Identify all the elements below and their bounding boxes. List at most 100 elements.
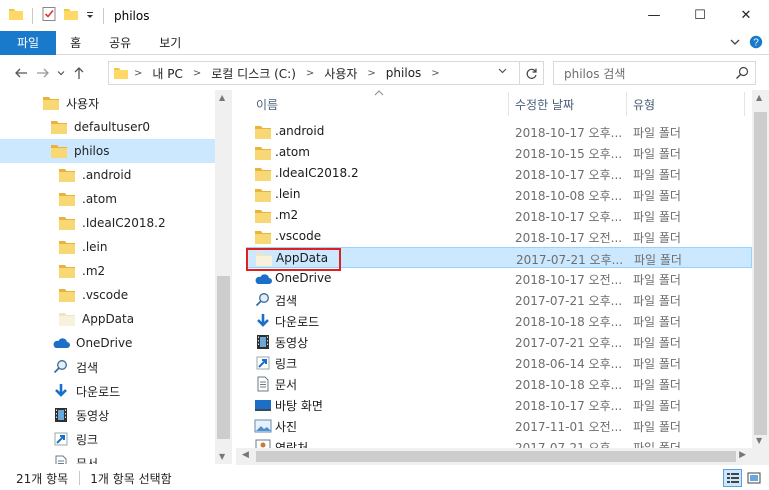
ribbon-expand-icon[interactable]	[729, 36, 741, 51]
breadcrumb-users[interactable]: 사용자	[319, 65, 362, 82]
list-hscroll-thumb[interactable]	[256, 451, 736, 462]
column-divider[interactable]	[508, 92, 509, 116]
scroll-up-icon[interactable]: ▲	[756, 93, 762, 102]
column-divider[interactable]	[626, 92, 627, 116]
sidebar-item-15[interactable]: 문서	[52, 451, 215, 464]
up-button[interactable]	[68, 61, 90, 85]
breadcrumb-separator-icon[interactable]: >	[301, 68, 319, 79]
table-row[interactable]: 바탕 화면 2018-10-17 오후... 파일 폴더	[246, 394, 752, 415]
file-name: .m2	[275, 208, 299, 222]
column-header-type[interactable]: 유형	[633, 90, 655, 118]
table-row[interactable]: .lein 2018-10-08 오후... 파일 폴더	[246, 184, 752, 205]
scroll-down-icon[interactable]: ▼	[756, 436, 762, 445]
nav-scroll-thumb[interactable]	[217, 276, 230, 439]
sidebar-item-7[interactable]: .m2	[58, 259, 215, 283]
sidebar-item-4[interactable]: .atom	[58, 187, 215, 211]
table-row[interactable]: 문서 2018-10-18 오후... 파일 폴더	[246, 373, 752, 394]
folder-icon	[58, 239, 76, 255]
table-row[interactable]: 링크 2018-06-14 오후... 파일 폴더	[246, 352, 752, 373]
folder-icon	[58, 191, 76, 207]
view-switcher	[723, 469, 763, 487]
file-name: .IdeaIC2018.2	[275, 166, 359, 180]
large-icons-view-button[interactable]	[744, 469, 763, 487]
folder-icon	[254, 124, 272, 140]
search-input[interactable]: philos 검색	[553, 61, 756, 85]
sidebar-item-label: philos	[74, 144, 110, 158]
sidebar-item-0[interactable]: 사용자	[42, 91, 215, 115]
sidebar-item-9[interactable]: AppData	[58, 307, 215, 331]
nav-scrollbar[interactable]: ▲ ▼	[215, 90, 232, 464]
breadcrumb-separator-icon[interactable]: >	[129, 68, 147, 79]
breadcrumb-separator-icon[interactable]: >	[362, 68, 380, 79]
sidebar-item-5[interactable]: .IdeaIC2018.2	[58, 211, 215, 235]
breadcrumb-separator-icon[interactable]: >	[426, 68, 444, 79]
sidebar-item-14[interactable]: 링크	[52, 427, 215, 451]
address-bar[interactable]: > 내 PC > 로컬 디스크 (C:) > 사용자 > philos >	[108, 61, 520, 85]
column-name-label: 이름	[256, 97, 279, 112]
file-date: 2017-07-21 오후...	[515, 441, 623, 448]
list-vscroll-thumb[interactable]	[754, 112, 767, 435]
scroll-down-icon[interactable]: ▼	[219, 452, 225, 461]
video-icon	[52, 407, 70, 423]
file-name: 사진	[275, 420, 298, 434]
tab-share[interactable]: 공유	[95, 31, 145, 55]
column-header-name[interactable]: 이름	[256, 90, 278, 118]
item-count: 21개 항목	[16, 471, 69, 486]
file-list-horizontal-scrollbar[interactable]: ◀ ▶	[236, 448, 752, 465]
file-date: 2018-10-17 오후...	[515, 399, 623, 413]
table-row[interactable]: .IdeaIC2018.2 2018-10-17 오후... 파일 폴더	[246, 163, 752, 184]
breadcrumb-separator-icon[interactable]: >	[188, 68, 206, 79]
back-button[interactable]	[10, 61, 32, 85]
table-row[interactable]: .atom 2018-10-15 오후... 파일 폴더	[246, 142, 752, 163]
sidebar-item-11[interactable]: 검색	[52, 355, 215, 379]
folder-icon[interactable]	[8, 6, 24, 25]
sidebar-item-label: AppData	[82, 312, 135, 326]
tab-view[interactable]: 보기	[145, 31, 195, 55]
customize-toolbar-icon[interactable]	[85, 9, 95, 23]
scroll-right-icon[interactable]: ▶	[739, 450, 746, 460]
maximize-button[interactable]: ☐	[677, 0, 723, 31]
scroll-up-icon[interactable]: ▲	[219, 93, 225, 102]
table-row[interactable]: 연락처 2017-07-21 오후... 파일 폴더	[246, 436, 752, 448]
new-folder-icon[interactable]	[63, 6, 79, 25]
table-row[interactable]: 다운로드 2018-10-18 오후... 파일 폴더	[246, 310, 752, 331]
table-row[interactable]: 동영상 2017-07-21 오후... 파일 폴더	[246, 331, 752, 352]
breadcrumb-local-disk[interactable]: 로컬 디스크 (C:)	[206, 65, 301, 82]
details-view-button[interactable]	[723, 469, 742, 487]
breadcrumb-this-pc[interactable]: 내 PC	[147, 65, 187, 82]
forward-button[interactable]	[32, 61, 54, 85]
file-list-vertical-scrollbar[interactable]: ▲ ▼	[752, 90, 769, 448]
close-button[interactable]: ✕	[723, 0, 769, 31]
navigation-pane: 사용자 defaultuser0 philos .android .atom .IdeaI…	[0, 90, 232, 464]
address-history-chevron-icon[interactable]	[498, 66, 507, 78]
table-row[interactable]: OneDrive 2018-10-17 오전... 파일 폴더	[246, 268, 752, 289]
table-row[interactable]: .android 2018-10-17 오후... 파일 폴더	[246, 121, 752, 142]
sidebar-item-12[interactable]: 다운로드	[52, 379, 215, 403]
column-header-date[interactable]: 수정한 날짜	[515, 90, 574, 118]
sidebar-item-2[interactable]: philos	[0, 139, 215, 163]
file-type: 파일 폴더	[633, 336, 681, 350]
help-icon[interactable]: ?	[749, 35, 763, 52]
window-title: philos	[114, 8, 150, 23]
recent-locations-button[interactable]	[54, 61, 68, 85]
sidebar-item-13[interactable]: 동영상	[52, 403, 215, 427]
refresh-button[interactable]	[520, 61, 544, 85]
breadcrumb-philos[interactable]: philos	[381, 66, 426, 80]
table-row[interactable]: .m2 2018-10-17 오후... 파일 폴더	[246, 205, 752, 226]
sidebar-item-6[interactable]: .lein	[58, 235, 215, 259]
sidebar-item-1[interactable]: defaultuser0	[50, 115, 215, 139]
column-divider[interactable]	[744, 92, 745, 116]
minimize-button[interactable]: —	[631, 0, 677, 31]
search-icon[interactable]	[735, 66, 749, 83]
table-row[interactable]: 사진 2017-11-01 오전... 파일 폴더	[246, 415, 752, 436]
scroll-left-icon[interactable]: ◀	[242, 450, 249, 460]
properties-icon[interactable]	[41, 6, 57, 25]
tab-home[interactable]: 홈	[56, 31, 95, 55]
table-row[interactable]: 검색 2017-07-21 오후... 파일 폴더	[246, 289, 752, 310]
sidebar-item-3[interactable]: .android	[58, 163, 215, 187]
tab-file[interactable]: 파일	[0, 30, 57, 55]
sidebar-item-10[interactable]: OneDrive	[52, 331, 215, 355]
table-row[interactable]: .vscode 2018-10-17 오전... 파일 폴더	[246, 226, 752, 247]
sidebar-item-8[interactable]: .vscode	[58, 283, 215, 307]
quick-access-toolbar	[8, 6, 106, 25]
